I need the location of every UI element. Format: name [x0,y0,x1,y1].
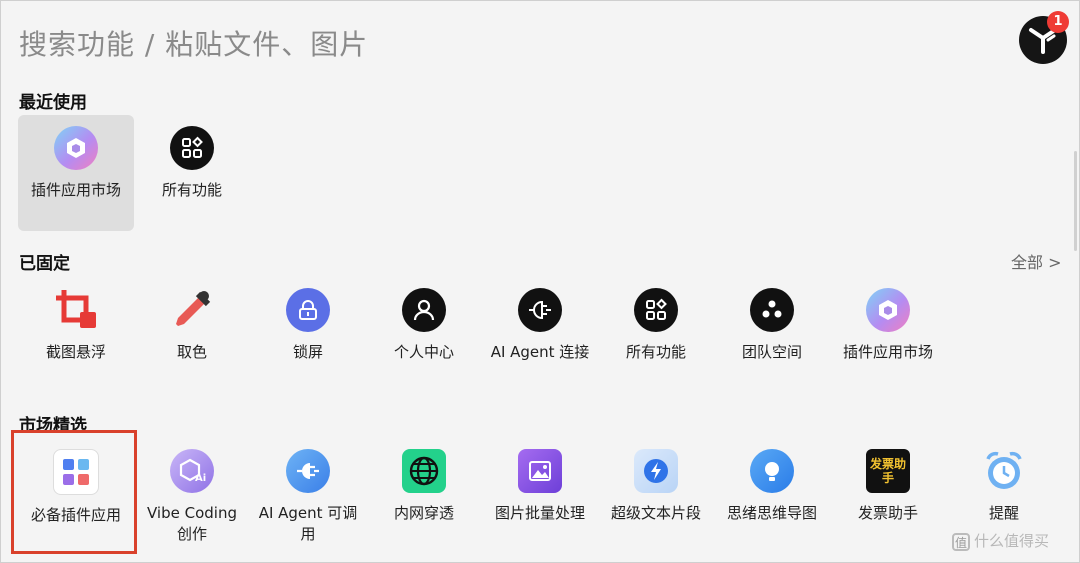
pinned-item-label: AI Agent 连接 [490,343,590,361]
recent-item-label: 插件应用市场 [30,181,121,199]
lock-screen-icon [286,288,330,332]
market-item-invoice[interactable]: 发票助手 发票助手 [830,449,946,524]
market-item-label: AI Agent 可调用 [258,504,358,543]
market-item-text-snippet[interactable]: 超级文本片段 [598,449,714,524]
watermark-badge: 值 [952,532,970,551]
pinned-item-label: 所有功能 [625,343,686,361]
market-item-intranet[interactable]: 内网穿透 [366,449,482,524]
plugin-market-icon [866,288,910,332]
ai-agent-plug-icon [286,449,330,493]
scrollbar[interactable] [1074,151,1077,251]
all-features-icon [634,288,678,332]
recent-item-label: 所有功能 [161,181,222,199]
color-picker-icon [170,288,214,332]
pinned-item-label: 取色 [176,343,207,361]
alarm-clock-icon [982,449,1026,493]
invoice-icon: 发票助手 [866,449,910,493]
pinned-item-screenshot[interactable]: 截图悬浮 [18,288,134,363]
market-item-label: Vibe Coding 创作 [147,504,237,543]
market-item-label: 发票助手 [857,504,918,522]
screenshot-pin-icon [54,288,98,332]
mind-map-icon [750,449,794,493]
notification-badge: 1 [1047,11,1069,33]
pinned-item-lock-screen[interactable]: 锁屏 [250,288,366,363]
market-item-reminder[interactable]: 提醒 [946,449,1062,524]
image-batch-icon [518,449,562,493]
watermark: 值什么值得买 [952,530,1049,551]
section-title-pinned: 已固定 [19,254,70,274]
team-icon [750,288,794,332]
pinned-item-plugin-market[interactable]: 插件应用市场 [830,288,946,363]
market-item-ai-agent-callable[interactable]: AI Agent 可调用 [250,449,366,545]
market-item-mind-map[interactable]: 思绪思维导图 [714,449,830,524]
pinned-item-color-picker[interactable]: 取色 [134,288,250,363]
plugin-market-icon [54,126,98,170]
market-item-label: 提醒 [988,504,1019,522]
market-item-vibe-coding[interactable]: Ai Vibe Coding 创作 [134,449,250,545]
user-icon [402,288,446,332]
market-item-image-batch[interactable]: 图片批量处理 [482,449,598,524]
text-snippet-icon [634,449,678,493]
market-item-label: 图片批量处理 [494,504,585,522]
view-all-link[interactable]: 全部 > [1011,249,1062,273]
pinned-item-label: 个人中心 [393,343,454,361]
highlight-annotation-box [11,430,137,554]
pinned-item-all-features[interactable]: 所有功能 [598,288,714,363]
vibe-coding-icon: Ai [170,449,214,493]
globe-icon [402,449,446,493]
launcher-window: 搜索功能 / 粘贴文件、图片 1 最近使用 插件应用市场 所有功能 已固定 全部… [0,0,1080,563]
plug-connect-icon [518,288,562,332]
recent-item-plugin-market[interactable]: 插件应用市场 [18,115,134,231]
pinned-item-label: 截图悬浮 [45,343,106,361]
svg-text:Ai: Ai [195,473,206,484]
market-item-label: 超级文本片段 [610,504,701,522]
market-item-label: 思绪思维导图 [726,504,817,522]
pinned-item-personal-center[interactable]: 个人中心 [366,288,482,363]
pinned-item-team-space[interactable]: 团队空间 [714,288,830,363]
pinned-item-label: 锁屏 [292,343,323,361]
search-input[interactable]: 搜索功能 / 粘贴文件、图片 [19,23,368,63]
market-item-label: 内网穿透 [393,504,454,522]
pinned-item-label: 团队空间 [741,343,802,361]
section-title-recent: 最近使用 [19,93,87,113]
pinned-item-ai-agent-connect[interactable]: AI Agent 连接 [482,288,598,363]
watermark-text: 什么值得买 [974,532,1050,550]
pinned-item-label: 插件应用市场 [842,343,933,361]
all-features-icon [170,126,214,170]
recent-item-all-features[interactable]: 所有功能 [134,115,250,231]
